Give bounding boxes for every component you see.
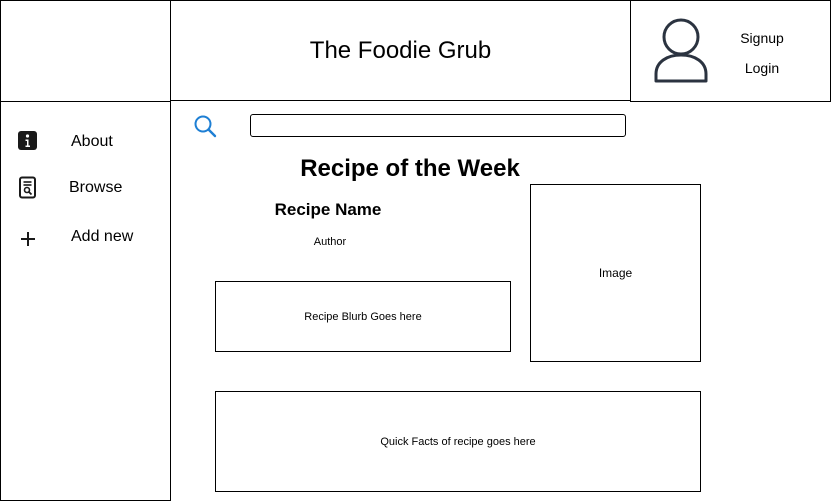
sidebar-item-label: Browse: [69, 179, 123, 196]
recipe-blurb-box: Recipe Blurb Goes here: [215, 281, 511, 352]
section-heading: Recipe of the Week: [300, 155, 520, 182]
recipe-image-label: Image: [598, 266, 633, 280]
sidebar-item-label: Add new: [71, 228, 134, 245]
header-title-area: The Foodie Grub: [170, 0, 631, 101]
sidebar-item-about[interactable]: About: [1, 128, 171, 158]
logo-placeholder: [0, 0, 171, 102]
quick-facts-box: Quick Facts of recipe goes here: [215, 391, 701, 492]
login-link[interactable]: Login: [731, 60, 793, 76]
quick-facts-text: Quick Facts of recipe goes here: [380, 435, 536, 448]
search-icon[interactable]: [193, 114, 219, 140]
document-search-icon: [17, 176, 39, 200]
info-icon: [17, 129, 39, 153]
plus-icon: [17, 227, 39, 251]
recipe-blurb-text: Recipe Blurb Goes here: [304, 310, 422, 323]
sidebar-item-add-new[interactable]: Add new: [1, 223, 171, 253]
recipe-image-placeholder[interactable]: Image: [530, 184, 701, 362]
account-panel: Signup Login: [630, 0, 831, 102]
sidebar-item-browse[interactable]: Browse: [1, 173, 171, 203]
site-title: The Foodie Grub: [309, 36, 492, 64]
recipe-name[interactable]: Recipe Name: [248, 200, 408, 220]
signup-link[interactable]: Signup: [731, 30, 793, 46]
sidebar: About Browse Add new: [0, 101, 171, 501]
search-input[interactable]: [250, 114, 626, 137]
recipe-author: Author: [313, 236, 347, 248]
user-avatar-icon[interactable]: [653, 18, 713, 84]
sidebar-item-label: About: [71, 133, 113, 150]
